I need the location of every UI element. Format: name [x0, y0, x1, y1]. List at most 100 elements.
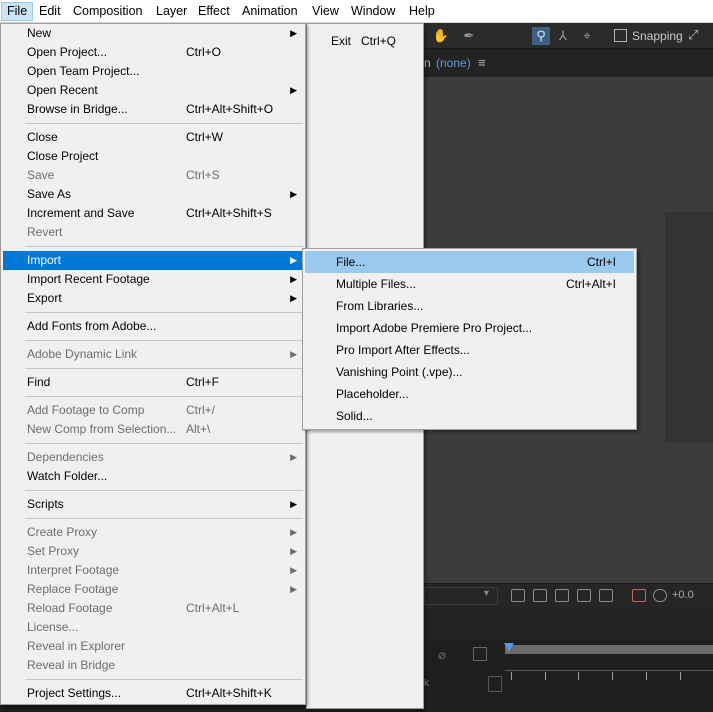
puppet-starch-icon[interactable]: ⅄	[554, 27, 572, 45]
menu-item-label: Create Proxy	[27, 525, 98, 539]
menu-item-import-premiere-project[interactable]: Import Adobe Premiere Pro Project...	[305, 317, 634, 339]
menu-separator	[25, 443, 303, 444]
menu-item-label: Browse in Bridge...	[27, 102, 128, 116]
region-icon[interactable]	[533, 589, 547, 602]
menu-item-reveal-in-bridge[interactable]: Reveal in Bridge	[3, 656, 303, 675]
menu-item-scripts[interactable]: Scripts ▶	[3, 495, 303, 514]
menu-layer[interactable]: Layer	[151, 2, 192, 21]
menu-item-increment-and-save[interactable]: Increment and Save Ctrl+Alt+Shift+S	[3, 204, 303, 223]
menu-item-set-proxy[interactable]: Set Proxy ▶	[3, 542, 303, 561]
menu-item-save[interactable]: Save Ctrl+S	[3, 166, 303, 185]
menu-view[interactable]: View	[307, 2, 344, 21]
menu-item-reveal-in-explorer[interactable]: Reveal in Explorer	[3, 637, 303, 656]
timeline-scrollbar[interactable]	[488, 676, 502, 692]
menu-file[interactable]: File	[1, 2, 34, 21]
menu-item-add-fonts[interactable]: Add Fonts from Adobe...	[3, 317, 303, 336]
menu-item-pro-import-after-effects[interactable]: Pro Import After Effects...	[305, 339, 634, 361]
menu-item-interpret-footage[interactable]: Interpret Footage ▶	[3, 561, 303, 580]
snapshot-icon[interactable]	[511, 589, 525, 602]
menu-item-find[interactable]: Find Ctrl+F	[3, 373, 303, 392]
panel-menu-icon[interactable]: ≡	[478, 55, 486, 70]
menu-item-placeholder[interactable]: Placeholder...	[305, 383, 634, 405]
menu-item-shortcut: Ctrl+W	[186, 130, 223, 144]
menu-window[interactable]: Window	[346, 2, 400, 21]
menu-item-import[interactable]: Import ▶	[3, 251, 303, 270]
menu-item-reload-footage[interactable]: Reload Footage Ctrl+Alt+L	[3, 599, 303, 618]
menu-separator	[25, 518, 303, 519]
menu-item-open-recent[interactable]: Open Recent ▶	[3, 81, 303, 100]
exposure-value[interactable]: +0.0	[672, 589, 694, 601]
timeline-column-label: k	[424, 678, 429, 689]
menu-item-new[interactable]: New ▶	[3, 24, 303, 43]
time-ruler[interactable]	[505, 645, 713, 654]
menu-item-label: New	[27, 26, 52, 40]
menu-item-label: Open Team Project...	[27, 64, 140, 78]
menu-item-vanishing-point[interactable]: Vanishing Point (.vpe)...	[305, 361, 634, 383]
submenu-arrow-icon: ▶	[290, 255, 297, 265]
brush-icon[interactable]: ⌀	[438, 647, 446, 663]
menu-item-shortcut: Ctrl+Alt+Shift+S	[186, 206, 272, 220]
menu-item-create-proxy[interactable]: Create Proxy ▶	[3, 523, 303, 542]
menu-item-adobe-dynamic-link[interactable]: Adobe Dynamic Link ▶	[3, 345, 303, 364]
menu-item-label: Project Settings...	[27, 686, 122, 700]
menu-item-close[interactable]: Close Ctrl+W	[3, 128, 303, 147]
pen-tool-icon[interactable]: ✒	[460, 27, 478, 45]
hand-tool-icon[interactable]: ✋	[432, 27, 450, 45]
menu-item-import-from-libraries[interactable]: From Libraries...	[305, 295, 634, 317]
menu-item-open-team-project[interactable]: Open Team Project...	[3, 62, 303, 81]
composition-value[interactable]: (none)	[436, 56, 471, 70]
menu-item-new-comp-from-selection[interactable]: New Comp from Selection... Alt+\	[3, 420, 303, 439]
menu-composition[interactable]: Composition	[68, 2, 147, 21]
menu-item-add-footage-to-comp[interactable]: Add Footage to Comp Ctrl+/	[3, 401, 303, 420]
color-channel-icon[interactable]	[632, 589, 646, 602]
menu-item-license[interactable]: License...	[3, 618, 303, 637]
menu-item-shortcut: Ctrl+Alt+Shift+O	[186, 102, 274, 116]
menu-item-shortcut: Ctrl+Alt+Shift+K	[186, 686, 272, 700]
menu-separator	[25, 312, 303, 313]
menu-item-export[interactable]: Export ▶	[3, 289, 303, 308]
menu-item-solid[interactable]: Solid...	[305, 405, 634, 427]
menu-item-label: Revert	[27, 225, 63, 239]
menu-edit[interactable]: Edit	[34, 2, 66, 21]
graph-editor-icon[interactable]	[473, 647, 487, 661]
exposure-reset-icon[interactable]	[653, 589, 667, 602]
puppet-pin-icon[interactable]: ⚲	[532, 27, 550, 45]
menu-item-revert[interactable]: Revert	[3, 223, 303, 242]
menu-item-import-multiple-files[interactable]: Multiple Files... Ctrl+Alt+I	[305, 273, 634, 295]
menu-item-shortcut: Ctrl+Alt+I	[565, 277, 616, 291]
menu-item-shortcut: Ctrl+F	[186, 375, 219, 389]
menu-item-label: Close Project	[27, 149, 99, 163]
menu-item-project-settings[interactable]: Project Settings... Ctrl+Alt+Shift+K	[3, 684, 303, 703]
menu-item-label: Solid...	[336, 409, 373, 423]
puppet-bend-icon[interactable]: ⌖	[578, 27, 596, 45]
mask-visibility-icon[interactable]	[577, 589, 591, 602]
menu-item-dependencies[interactable]: Dependencies ▶	[3, 448, 303, 467]
menu-item-replace-footage[interactable]: Replace Footage ▶	[3, 580, 303, 599]
submenu-arrow-icon: ▶	[290, 546, 297, 556]
menu-item-shortcut: Ctrl+I	[586, 255, 616, 269]
menu-item-save-as[interactable]: Save As ▶	[3, 185, 303, 204]
guides-icon[interactable]	[599, 589, 613, 602]
menu-item-import-recent-footage[interactable]: Import Recent Footage ▶	[3, 270, 303, 289]
submenu-arrow-icon: ▶	[290, 85, 297, 95]
menu-item-exit[interactable]: Exit Ctrl+Q	[309, 32, 421, 51]
menu-effect[interactable]: Effect	[193, 2, 235, 21]
chevron-down-icon: ▾	[484, 588, 490, 599]
snapping-checkbox[interactable]	[614, 29, 627, 42]
snapping-options-icon[interactable]: ⤢	[688, 27, 698, 43]
ruler-tick	[511, 672, 512, 680]
submenu-arrow-icon: ▶	[290, 452, 297, 462]
submenu-arrow-icon: ▶	[290, 499, 297, 509]
transparency-grid-icon[interactable]	[555, 589, 569, 602]
menu-item-close-project[interactable]: Close Project	[3, 147, 303, 166]
menu-item-open-project[interactable]: Open Project... Ctrl+O	[3, 43, 303, 62]
menu-animation[interactable]: Animation	[237, 2, 303, 21]
menu-item-watch-folder[interactable]: Watch Folder...	[3, 467, 303, 486]
playhead-icon[interactable]	[504, 643, 514, 652]
menu-item-shortcut: Ctrl+O	[186, 45, 222, 59]
menu-item-browse-in-bridge[interactable]: Browse in Bridge... Ctrl+Alt+Shift+O	[3, 100, 303, 119]
menu-help[interactable]: Help	[404, 2, 440, 21]
menu-item-label: Add Fonts from Adobe...	[27, 319, 157, 333]
menu-item-import-file[interactable]: File... Ctrl+I	[305, 251, 634, 273]
menu-item-shortcut: Ctrl+/	[186, 403, 216, 417]
